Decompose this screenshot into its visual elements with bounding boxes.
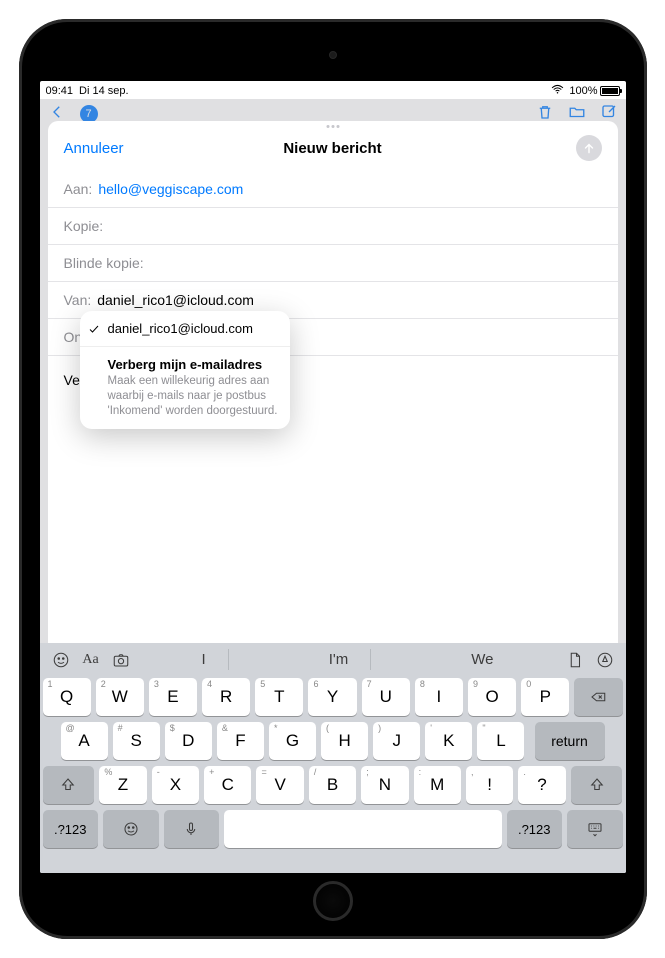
key-q[interactable]: 1Q bbox=[43, 678, 91, 716]
key-o[interactable]: 9O bbox=[468, 678, 516, 716]
cc-field[interactable]: Kopie: bbox=[48, 208, 618, 245]
key-u[interactable]: 7U bbox=[362, 678, 410, 716]
key-?[interactable]: .? bbox=[518, 766, 565, 804]
key-z[interactable]: %Z bbox=[99, 766, 146, 804]
key-w[interactable]: 2W bbox=[96, 678, 144, 716]
keyboard-row-2: @A#S$D&F*G(H)J'K"L return bbox=[43, 722, 623, 760]
battery-percent: 100% bbox=[569, 85, 597, 97]
from-address-popover: daniel_rico1@icloud.com Verberg mijn e-m… bbox=[80, 311, 290, 429]
markup-icon[interactable] bbox=[595, 650, 615, 670]
suggestion-3[interactable]: We bbox=[449, 649, 515, 670]
key-a[interactable]: @A bbox=[61, 722, 108, 760]
key-x[interactable]: -X bbox=[152, 766, 199, 804]
software-keyboard: Aa I I'm We 1Q2W3E4R5T6Y7U8I9O0P @A#S$D&… bbox=[40, 643, 626, 873]
to-label: Aan: bbox=[64, 181, 93, 197]
from-value[interactable]: daniel_rico1@icloud.com bbox=[97, 292, 254, 308]
keyboard-toolbar: Aa I I'm We bbox=[43, 643, 623, 674]
key-b[interactable]: /B bbox=[309, 766, 356, 804]
hide-email-desc: Maak een willekeurig adres aan waarbij e… bbox=[108, 374, 278, 419]
key-h[interactable]: (H bbox=[321, 722, 368, 760]
key-k[interactable]: 'K bbox=[425, 722, 472, 760]
key-n[interactable]: ;N bbox=[361, 766, 408, 804]
arrow-up-icon bbox=[582, 141, 596, 155]
key-g[interactable]: *G bbox=[269, 722, 316, 760]
key-f[interactable]: &F bbox=[217, 722, 264, 760]
key-y[interactable]: 6Y bbox=[308, 678, 356, 716]
ipad-device-frame: 09:41 Di 14 sep. 100% 7 bbox=[19, 19, 647, 939]
key-d[interactable]: $D bbox=[165, 722, 212, 760]
from-option-label: daniel_rico1@icloud.com bbox=[108, 321, 253, 336]
backspace-key[interactable] bbox=[574, 678, 622, 716]
shift-key-left[interactable] bbox=[43, 766, 95, 804]
dictation-key[interactable] bbox=[164, 810, 220, 848]
keyboard-row-4: .?123 .?123 bbox=[43, 810, 623, 848]
keyboard-suggestions: I I'm We bbox=[141, 649, 555, 670]
screen: 09:41 Di 14 sep. 100% 7 bbox=[40, 81, 626, 873]
key-i[interactable]: 8I bbox=[415, 678, 463, 716]
to-value[interactable]: hello@veggiscape.com bbox=[98, 181, 243, 197]
cancel-button[interactable]: Annuleer bbox=[64, 140, 124, 157]
key-m[interactable]: :M bbox=[414, 766, 461, 804]
key-p[interactable]: 0P bbox=[521, 678, 569, 716]
emoji-key[interactable] bbox=[103, 810, 159, 848]
key-v[interactable]: =V bbox=[256, 766, 303, 804]
key-e[interactable]: 3E bbox=[149, 678, 197, 716]
key-c[interactable]: +C bbox=[204, 766, 251, 804]
send-button[interactable] bbox=[576, 135, 602, 161]
key-s[interactable]: #S bbox=[113, 722, 160, 760]
text-format-icon[interactable]: Aa bbox=[81, 650, 101, 670]
key-l[interactable]: "L bbox=[477, 722, 524, 760]
suggestion-2[interactable]: I'm bbox=[307, 649, 372, 670]
key-t[interactable]: 5T bbox=[255, 678, 303, 716]
suggestion-1[interactable]: I bbox=[180, 649, 229, 670]
keyboard-row-3: %Z-X+C=V/B;N:M,!.? bbox=[43, 766, 623, 804]
hide-my-email-option[interactable]: Verberg mijn e-mailadres Maak een willek… bbox=[80, 347, 290, 429]
key-j[interactable]: )J bbox=[373, 722, 420, 760]
shift-key-right[interactable] bbox=[571, 766, 623, 804]
return-key[interactable]: return bbox=[535, 722, 605, 760]
from-option-selected[interactable]: daniel_rico1@icloud.com bbox=[80, 311, 290, 347]
wifi-icon bbox=[551, 83, 564, 99]
space-key[interactable] bbox=[224, 810, 502, 848]
bcc-label: Blinde kopie: bbox=[64, 255, 144, 271]
emoji-sticker-icon[interactable] bbox=[51, 650, 71, 670]
numbers-key-left[interactable]: .?123 bbox=[43, 810, 99, 848]
status-date: Di 14 sep. bbox=[79, 85, 129, 97]
status-time: 09:41 bbox=[46, 85, 74, 97]
home-button[interactable] bbox=[313, 881, 353, 921]
scan-document-icon[interactable] bbox=[565, 650, 585, 670]
cc-label: Kopie: bbox=[64, 218, 104, 234]
hide-email-title: Verberg mijn e-mailadres bbox=[108, 357, 278, 372]
keyboard-row-1: 1Q2W3E4R5T6Y7U8I9O0P bbox=[43, 678, 623, 716]
key-![interactable]: ,! bbox=[466, 766, 513, 804]
status-bar: 09:41 Di 14 sep. 100% bbox=[40, 81, 626, 99]
numbers-key-right[interactable]: .?123 bbox=[507, 810, 563, 848]
key-r[interactable]: 4R bbox=[202, 678, 250, 716]
bcc-field[interactable]: Blinde kopie: bbox=[48, 245, 618, 282]
checkmark-icon bbox=[88, 323, 100, 335]
to-field[interactable]: Aan: hello@veggiscape.com bbox=[48, 171, 618, 208]
camera-icon[interactable] bbox=[111, 650, 131, 670]
compose-title: Nieuw bericht bbox=[48, 140, 618, 157]
battery-indicator: 100% bbox=[569, 85, 619, 97]
front-camera bbox=[329, 51, 337, 59]
from-label: Van: bbox=[64, 292, 92, 308]
hide-keyboard-key[interactable] bbox=[567, 810, 623, 848]
